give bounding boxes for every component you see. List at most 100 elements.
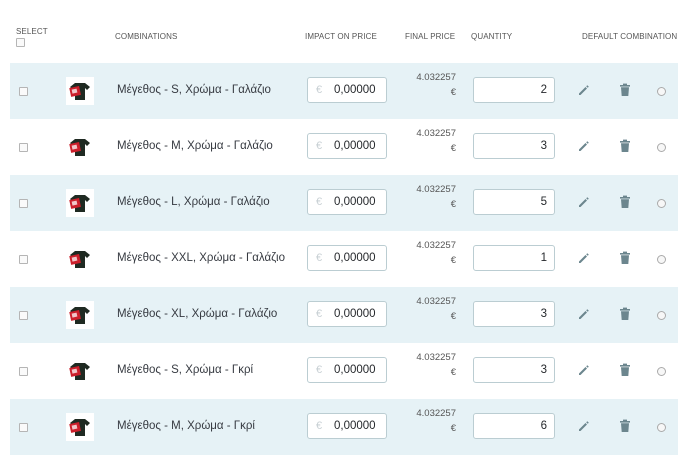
impact-on-price-input[interactable]: € 0,00000 [307,413,387,439]
impact-on-price-input[interactable]: € 0,00000 [307,77,387,103]
final-price-currency: € [450,199,456,210]
pencil-icon[interactable] [577,308,590,326]
trash-icon[interactable] [619,83,631,102]
pencil-icon[interactable] [577,84,590,102]
default-combination-radio[interactable] [657,311,666,320]
table-row: Μέγεθος - S, Χρώμα - Γκρί € 0,00000 4.03… [10,343,678,399]
combination-name[interactable]: Μέγεθος - S, Χρώμα - Γκρί [117,364,253,376]
final-price-value: 4.032257 [416,184,456,195]
final-price-currency: € [450,423,456,434]
final-price-value: 4.032257 [416,128,456,139]
quantity-value[interactable]: 3 [541,140,547,152]
combination-name[interactable]: Μέγεθος - L, Χρώμα - Γαλάζιο [117,196,270,208]
row-select-checkbox[interactable] [19,367,28,376]
trash-icon[interactable] [619,251,631,270]
quantity-input[interactable]: 3 [473,301,555,327]
trash-icon[interactable] [619,139,631,158]
table-row: Μέγεθος - M, Χρώμα - Γαλάζιο € 0,00000 4… [10,119,678,175]
final-price-currency: € [450,367,456,378]
combination-name[interactable]: Μέγεθος - XXL, Χρώμα - Γαλάζιο [117,252,285,264]
impact-value[interactable]: 0,00000 [334,252,376,264]
row-select-checkbox[interactable] [19,423,28,432]
final-price-value: 4.032257 [416,408,456,419]
product-thumbnail-icon[interactable] [66,357,94,385]
final-price: 4.032257 € [416,70,456,100]
quantity-input[interactable]: 3 [473,133,555,159]
default-combination-radio[interactable] [657,199,666,208]
header-select: SELECT [16,27,48,36]
product-thumbnail-icon[interactable] [66,77,94,105]
table-row: Μέγεθος - S, Χρώμα - Γαλάζιο € 0,00000 4… [10,63,678,119]
quantity-value[interactable]: 2 [541,84,547,96]
combination-name[interactable]: Μέγεθος - XL, Χρώμα - Γαλάζιο [117,308,277,320]
final-price: 4.032257 € [416,126,456,156]
final-price: 4.032257 € [416,182,456,212]
row-select-checkbox[interactable] [19,255,28,264]
impact-on-price-input[interactable]: € 0,00000 [307,301,387,327]
quantity-value[interactable]: 3 [541,308,547,320]
pencil-icon[interactable] [577,252,590,270]
currency-symbol: € [316,196,323,208]
trash-icon[interactable] [619,419,631,438]
final-price-value: 4.032257 [416,296,456,307]
default-combination-radio[interactable] [657,87,666,96]
default-combination-radio[interactable] [657,143,666,152]
default-combination-radio[interactable] [657,367,666,376]
combination-name[interactable]: Μέγεθος - M, Χρώμα - Γαλάζιο [117,140,273,152]
currency-symbol: € [316,84,323,96]
product-thumbnail-icon[interactable] [66,413,94,441]
pencil-icon[interactable] [577,196,590,214]
trash-icon[interactable] [619,195,631,214]
header-quantity: QUANTITY [471,32,513,41]
row-select-checkbox[interactable] [19,199,28,208]
quantity-value[interactable]: 5 [541,196,547,208]
currency-symbol: € [316,420,323,432]
impact-on-price-input[interactable]: € 0,00000 [307,245,387,271]
quantity-input[interactable]: 1 [473,245,555,271]
impact-value[interactable]: 0,00000 [334,364,376,376]
impact-on-price-input[interactable]: € 0,00000 [307,357,387,383]
product-thumbnail-icon[interactable] [66,189,94,217]
final-price: 4.032257 € [416,238,456,268]
row-select-checkbox[interactable] [19,143,28,152]
impact-value[interactable]: 0,00000 [334,196,376,208]
product-thumbnail-icon[interactable] [66,133,94,161]
table-row: Μέγεθος - L, Χρώμα - Γαλάζιο € 0,00000 4… [10,175,678,231]
quantity-input[interactable]: 3 [473,357,555,383]
row-select-checkbox[interactable] [19,311,28,320]
quantity-input[interactable]: 6 [473,413,555,439]
default-combination-radio[interactable] [657,255,666,264]
pencil-icon[interactable] [577,140,590,158]
currency-symbol: € [316,140,323,152]
quantity-value[interactable]: 1 [541,252,547,264]
final-price: 4.032257 € [416,406,456,436]
impact-value[interactable]: 0,00000 [334,308,376,320]
header-impact-on-price: IMPACT ON PRICE [305,32,377,41]
table-row: Μέγεθος - XXL, Χρώμα - Γαλάζιο € 0,00000… [10,231,678,287]
impact-on-price-input[interactable]: € 0,00000 [307,133,387,159]
quantity-input[interactable]: 2 [473,77,555,103]
combination-name[interactable]: Μέγεθος - S, Χρώμα - Γαλάζιο [117,84,271,96]
impact-value[interactable]: 0,00000 [334,84,376,96]
product-thumbnail-icon[interactable] [66,245,94,273]
pencil-icon[interactable] [577,364,590,382]
final-price-currency: € [450,87,456,98]
final-price-currency: € [450,255,456,266]
final-price-currency: € [450,143,456,154]
quantity-value[interactable]: 6 [541,420,547,432]
row-select-checkbox[interactable] [19,87,28,96]
impact-value[interactable]: 0,00000 [334,140,376,152]
trash-icon[interactable] [619,307,631,326]
final-price: 4.032257 € [416,294,456,324]
quantity-value[interactable]: 3 [541,364,547,376]
product-thumbnail-icon[interactable] [66,301,94,329]
quantity-input[interactable]: 5 [473,189,555,215]
impact-value[interactable]: 0,00000 [334,420,376,432]
combination-name[interactable]: Μέγεθος - M, Χρώμα - Γκρί [117,420,255,432]
impact-on-price-input[interactable]: € 0,00000 [307,189,387,215]
default-combination-radio[interactable] [657,423,666,432]
header-combinations: COMBINATIONS [115,32,178,41]
trash-icon[interactable] [619,363,631,382]
pencil-icon[interactable] [577,420,590,438]
select-all-checkbox[interactable] [16,38,25,47]
